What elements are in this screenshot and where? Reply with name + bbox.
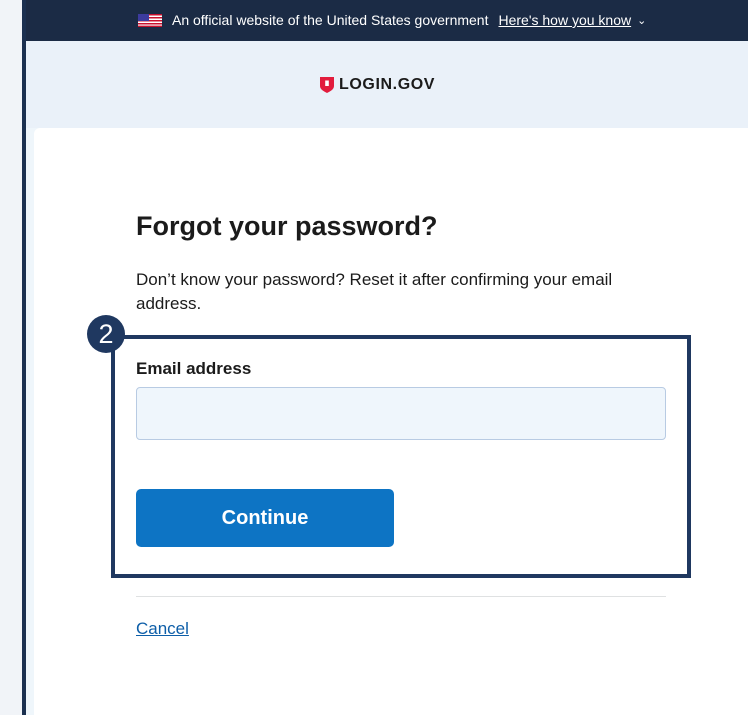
annotation-highlight-box <box>111 335 691 578</box>
shield-icon <box>320 77 334 93</box>
outer-background <box>0 0 22 715</box>
logo-text: LOGIN.GOV <box>339 76 436 93</box>
step-number-badge: 2 <box>87 315 125 353</box>
gov-banner: An official website of the United States… <box>26 0 748 41</box>
site-header: LOGIN.GOV <box>26 41 748 128</box>
login-gov-logo[interactable]: LOGIN.GOV <box>320 76 435 94</box>
screenshot-frame: An official website of the United States… <box>0 0 748 715</box>
cancel-link[interactable]: Cancel <box>136 619 189 639</box>
heres-how-you-know-link[interactable]: Here's how you know <box>498 12 631 28</box>
chevron-down-icon[interactable]: ⌄ <box>637 14 646 27</box>
divider <box>136 596 666 597</box>
us-flag-icon <box>138 13 162 27</box>
page-description: Don’t know your password? Reset it after… <box>136 270 613 313</box>
gov-banner-text: An official website of the United States… <box>172 12 489 28</box>
gov-banner-content: An official website of the United States… <box>138 12 646 28</box>
page-title: Forgot your password? <box>136 211 438 241</box>
